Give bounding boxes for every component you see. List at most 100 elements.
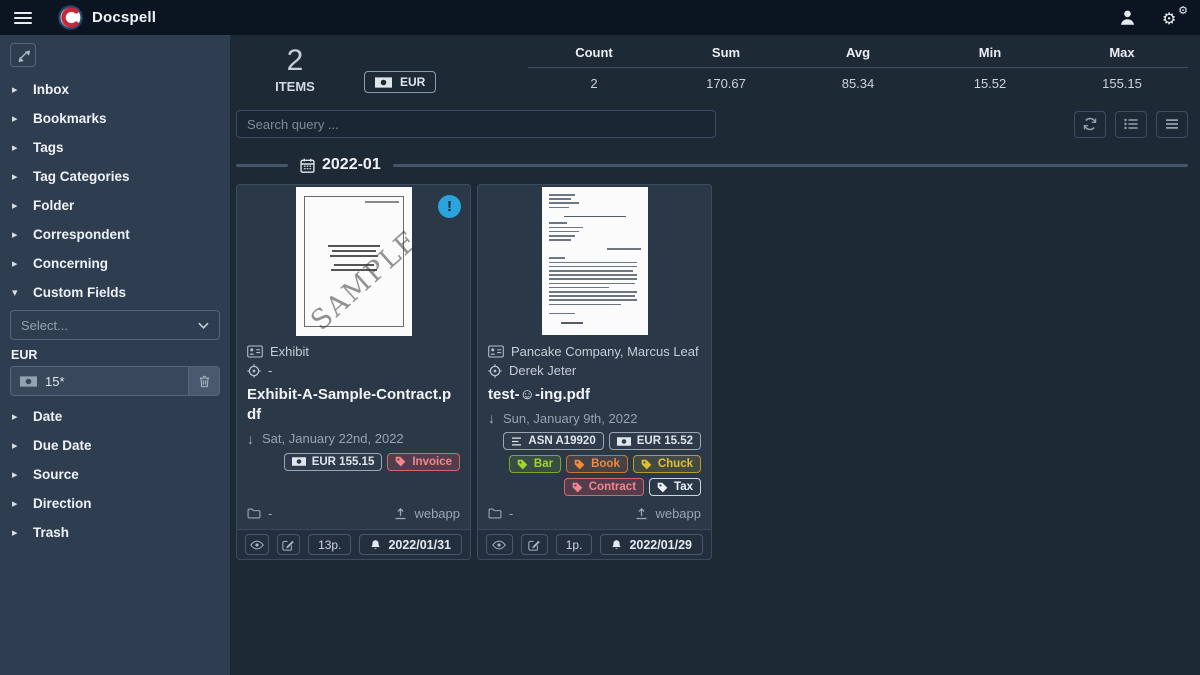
month-label: 2022-01 <box>322 156 381 174</box>
sidebar-item-correspondent[interactable]: ▸ Correspondent <box>0 220 230 249</box>
brand[interactable]: Docspell <box>58 5 156 30</box>
tag-badge[interactable]: Book <box>566 455 628 473</box>
stats-value-avg: 85.34 <box>792 76 924 91</box>
amount-badge[interactable]: EUR 155.15 <box>284 453 383 471</box>
edit-button[interactable] <box>277 534 301 555</box>
folder-icon <box>247 508 261 519</box>
divider-line <box>236 164 288 167</box>
sidebar-item-tag-categories[interactable]: ▸ Tag Categories <box>0 162 230 191</box>
sidebar-item-source[interactable]: ▸ Source <box>0 460 230 489</box>
caret-down-icon: ▾ <box>12 286 22 299</box>
caret-right-icon: ▸ <box>12 468 22 481</box>
stats-value-sum: 170.67 <box>660 76 792 91</box>
caret-right-icon: ▸ <box>12 257 22 270</box>
caret-right-icon: ▸ <box>12 439 22 452</box>
sidebar: ▸ Inbox ▸ Bookmarks ▸ Tags ▸ Tag Categor… <box>0 35 230 675</box>
tag-icon <box>657 482 668 493</box>
caret-right-icon: ▸ <box>12 83 22 96</box>
due-date-chip[interactable]: 2022/01/29 <box>600 534 703 555</box>
item-card[interactable]: SAMPLE ! Exhib <box>236 184 471 560</box>
item-title[interactable]: test-☺-ing.pdf <box>488 385 701 405</box>
caret-right-icon: ▸ <box>12 228 22 241</box>
sidebar-item-tags[interactable]: ▸ Tags <box>0 133 230 162</box>
stats-header-min: Min <box>924 45 1056 60</box>
concerning-line: Derek Jeter <box>488 363 701 378</box>
item-title[interactable]: Exhibit-A-Sample-Contract.pdf <box>247 385 460 426</box>
money-icon <box>375 77 392 88</box>
folder-source-line: - webapp <box>488 500 701 521</box>
top-navbar: Docspell ⚙ ⚙ <box>0 0 1200 35</box>
sidebar-item-trash[interactable]: ▸ Trash <box>0 518 230 547</box>
sidebar-item-direction[interactable]: ▸ Direction <box>0 489 230 518</box>
due-date-chip[interactable]: 2022/01/31 <box>359 534 462 555</box>
stats-table: Count Sum Avg Min Max 2 170.67 85.34 15.… <box>528 45 1188 91</box>
document-thumbnail <box>542 187 648 335</box>
clear-field-button[interactable] <box>188 367 219 395</box>
document-preview[interactable] <box>478 185 711 337</box>
edit-button[interactable] <box>521 534 548 555</box>
stats-value-max: 155.15 <box>1056 76 1188 91</box>
arrow-down-icon: ↓ <box>488 410 495 426</box>
calendar-icon <box>300 158 315 173</box>
currency-chip[interactable]: EUR <box>364 71 436 93</box>
custom-field-value-input[interactable] <box>45 367 188 395</box>
alert-exclamation-icon[interactable]: ! <box>438 195 461 218</box>
settings-gears-icon[interactable]: ⚙ ⚙ <box>1162 8 1186 28</box>
sidebar-item-folder[interactable]: ▸ Folder <box>0 191 230 220</box>
asn-badge[interactable]: ASN A19920 <box>503 432 603 450</box>
tag-icon <box>641 459 652 470</box>
document-thumbnail: SAMPLE <box>296 187 412 336</box>
sidebar-item-bookmarks[interactable]: ▸ Bookmarks <box>0 104 230 133</box>
sidebar-item-inbox[interactable]: ▸ Inbox <box>0 75 230 104</box>
tag-badge[interactable]: Invoice <box>387 453 460 471</box>
custom-field-select[interactable]: Select... <box>10 310 220 340</box>
item-date-line: ↓ Sun, January 9th, 2022 <box>488 410 701 426</box>
item-card[interactable]: Pancake Company, Marcus Leaf Derek Jeter <box>477 184 712 560</box>
stats-header-avg: Avg <box>792 45 924 60</box>
crosshair-circle-icon <box>488 364 502 378</box>
sidebar-item-custom-fields[interactable]: ▾ Custom Fields <box>0 278 230 307</box>
preview-eye-button[interactable] <box>245 534 269 555</box>
tag-badge[interactable]: Tax <box>649 478 701 496</box>
caret-right-icon: ▸ <box>12 112 22 125</box>
items-count: 2 ITEMS <box>236 45 354 94</box>
sidebar-item-date[interactable]: ▸ Date <box>0 402 230 431</box>
amount-badge[interactable]: EUR 15.52 <box>609 432 701 450</box>
stats-header-max: Max <box>1056 45 1188 60</box>
card-footer: 1p. 2022/01/29 <box>478 529 711 559</box>
address-card-icon <box>488 345 504 358</box>
stats-value-count: 2 <box>528 76 660 91</box>
item-cards: SAMPLE ! Exhib <box>236 184 1188 560</box>
month-divider: 2022-01 <box>236 156 1188 174</box>
arrow-down-icon: ↓ <box>247 431 254 447</box>
preview-eye-button[interactable] <box>486 534 513 555</box>
sidebar-item-due-date[interactable]: ▸ Due Date <box>0 431 230 460</box>
stats-bar: 2 ITEMS EUR Count Sum Avg Min Max <box>236 45 1188 94</box>
page-count-chip: 1p. <box>556 534 593 555</box>
card-footer: 13p. 2022/01/31 <box>237 529 470 559</box>
sidebar-item-concerning[interactable]: ▸ Concerning <box>0 249 230 278</box>
badge-row: EUR 155.15 Invoice <box>247 453 460 471</box>
menu-icon[interactable] <box>14 12 32 24</box>
tag-icon <box>574 459 585 470</box>
tag-badge[interactable]: Bar <box>509 455 561 473</box>
search-input[interactable] <box>236 110 716 138</box>
docspell-logo-icon <box>58 5 83 30</box>
refresh-button[interactable] <box>1074 111 1106 138</box>
concerning-line: - <box>247 363 460 378</box>
crosshair-circle-icon <box>247 364 261 378</box>
document-preview[interactable]: SAMPLE ! <box>237 185 470 337</box>
user-icon[interactable] <box>1119 9 1136 26</box>
caret-right-icon: ▸ <box>12 410 22 423</box>
sidebar-collapse-button[interactable] <box>10 43 36 67</box>
list-view-button[interactable] <box>1115 111 1147 138</box>
tag-badge[interactable]: Chuck <box>633 455 701 473</box>
address-card-icon <box>247 345 263 358</box>
main-content: 2 ITEMS EUR Count Sum Avg Min Max <box>230 35 1200 675</box>
caret-right-icon: ▸ <box>12 199 22 212</box>
menu-bars-button[interactable] <box>1156 111 1188 138</box>
money-icon <box>617 437 631 446</box>
tag-badge[interactable]: Contract <box>564 478 644 496</box>
upload-icon <box>394 507 407 520</box>
bell-icon <box>611 539 622 551</box>
